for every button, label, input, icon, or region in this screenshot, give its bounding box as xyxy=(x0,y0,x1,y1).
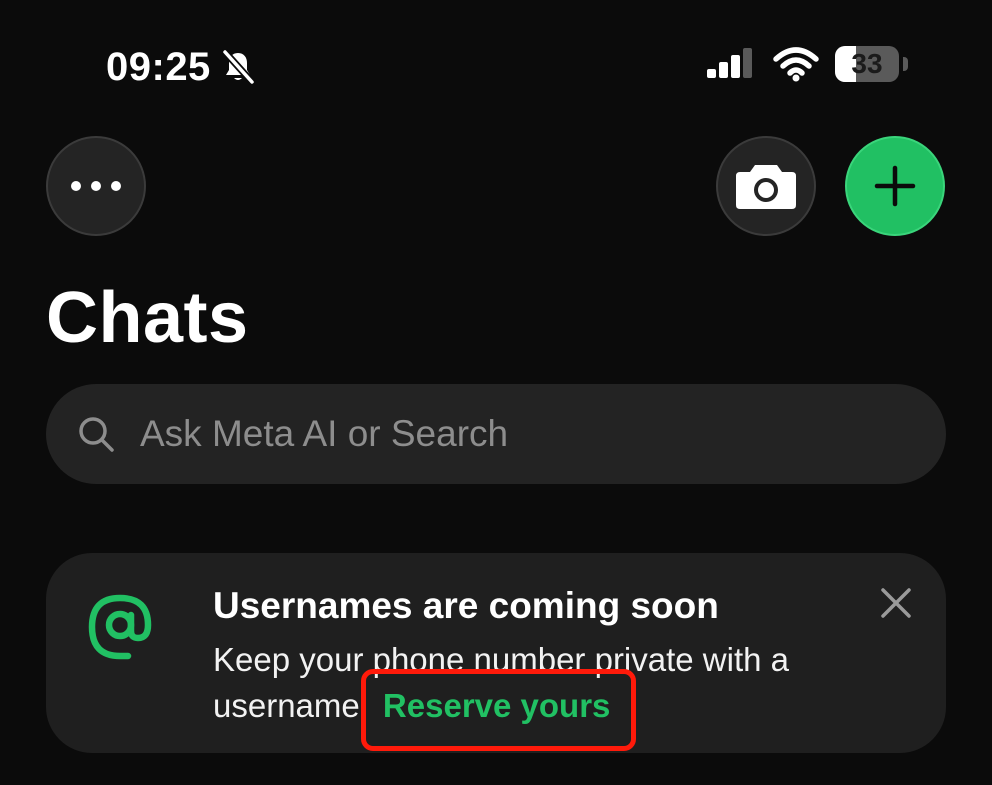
close-icon xyxy=(881,588,911,618)
search-icon xyxy=(79,417,114,452)
search-input[interactable] xyxy=(140,413,880,455)
bell-off-icon xyxy=(221,49,255,85)
new-chat-button[interactable] xyxy=(845,136,945,236)
wifi-icon xyxy=(773,47,819,82)
status-time: 09:25 xyxy=(106,45,211,89)
battery-indicator: 33 xyxy=(835,46,899,82)
banner-body: Keep your phone number private with a us… xyxy=(213,637,863,751)
plus-icon xyxy=(874,165,916,207)
more-options-button[interactable] xyxy=(46,136,146,236)
reserve-username-link[interactable]: Reserve yours xyxy=(360,669,637,751)
at-sign-icon xyxy=(88,594,152,660)
banner-close-button[interactable] xyxy=(876,583,916,623)
status-indicators: 33 xyxy=(705,46,908,82)
search-bar[interactable] xyxy=(46,384,946,484)
ellipsis-icon xyxy=(71,181,121,191)
page-title: Chats xyxy=(46,278,249,358)
banner-title: Usernames are coming soon xyxy=(213,585,719,626)
camera-icon xyxy=(736,165,796,209)
camera-button[interactable] xyxy=(716,136,816,236)
battery-percent: 33 xyxy=(851,48,883,79)
status-bar: 09:25 33 xyxy=(0,0,992,120)
status-time-group: 09:25 xyxy=(106,44,255,90)
cellular-signal-icon xyxy=(707,48,752,78)
usernames-banner: Usernames are coming soon Keep your phon… xyxy=(46,553,946,753)
battery-cap xyxy=(903,57,908,71)
